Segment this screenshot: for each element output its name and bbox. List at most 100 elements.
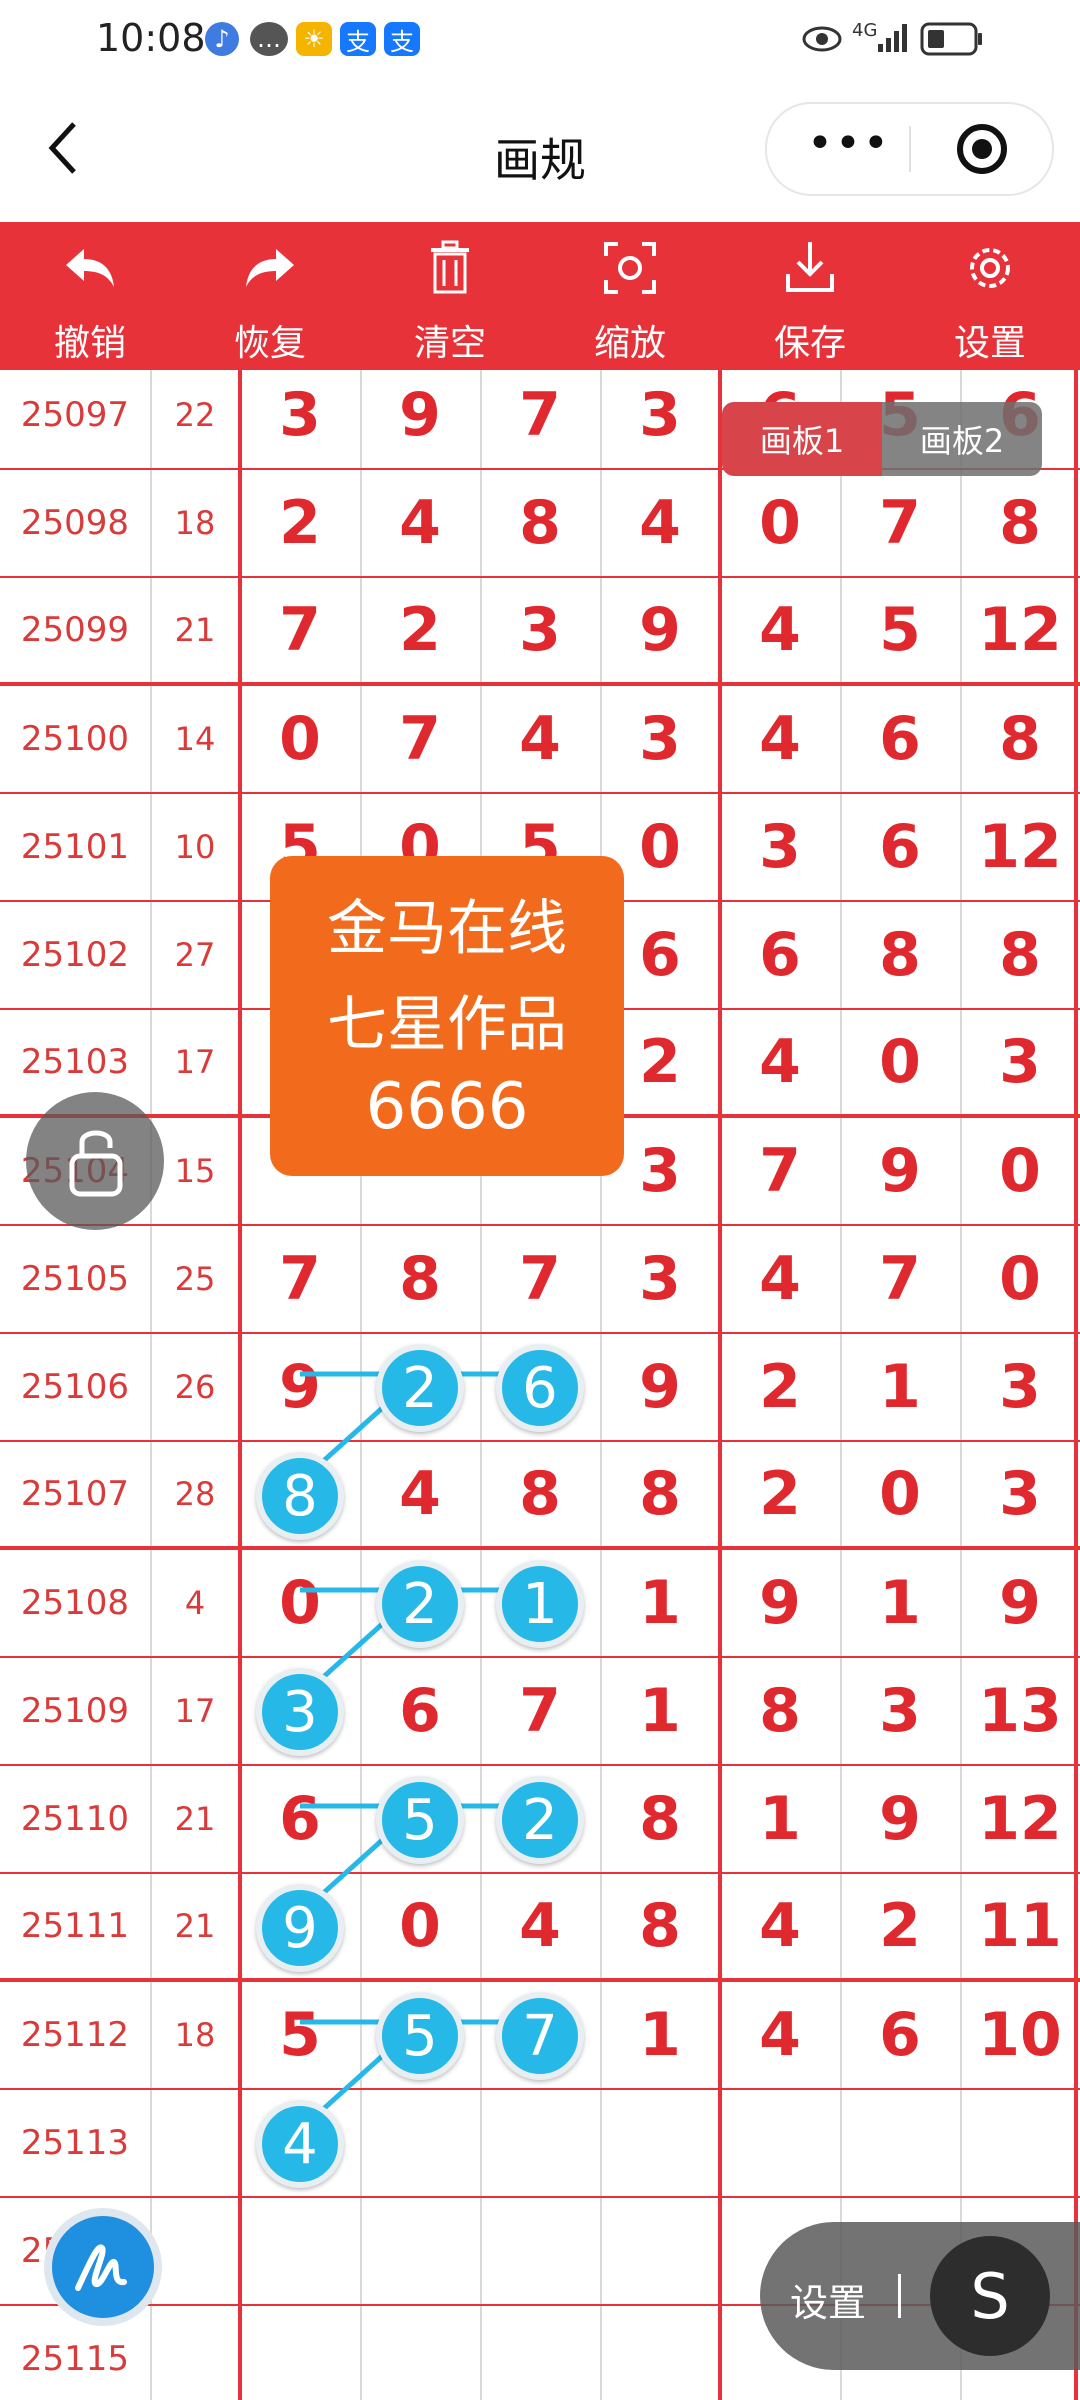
digit-cell[interactable]: 6: [840, 794, 960, 900]
digit-cell[interactable]: 4: [360, 470, 480, 576]
digit-cell[interactable]: 5: [240, 1982, 360, 2088]
digit-cell[interactable]: 6: [720, 902, 840, 1008]
digit-cell[interactable]: 4: [720, 1226, 840, 1332]
digit-cell[interactable]: [360, 2306, 480, 2400]
digit-cell[interactable]: 4: [600, 470, 720, 576]
digit-cell[interactable]: 9: [960, 1550, 1080, 1656]
digit-cell[interactable]: 0: [840, 1442, 960, 1546]
digit-cell[interactable]: 9: [840, 1118, 960, 1224]
digit-cell[interactable]: 3: [600, 1226, 720, 1332]
digit-cell[interactable]: [600, 2090, 720, 2196]
digit-cell[interactable]: 12: [960, 794, 1080, 900]
digit-cell[interactable]: 7: [480, 370, 600, 468]
digit-cell[interactable]: 8: [720, 1658, 840, 1764]
marked-number[interactable]: 8: [256, 1452, 344, 1540]
digit-cell[interactable]: 12: [960, 1766, 1080, 1872]
marked-number[interactable]: 2: [496, 1776, 584, 1864]
marked-number[interactable]: 6: [496, 1344, 584, 1432]
digit-cell[interactable]: 7: [360, 686, 480, 792]
digit-cell[interactable]: 3: [960, 1010, 1080, 1114]
digit-cell[interactable]: [480, 2306, 600, 2400]
digit-cell[interactable]: 1: [600, 1982, 720, 2088]
digit-cell[interactable]: [240, 2306, 360, 2400]
digit-cell[interactable]: [840, 2090, 960, 2196]
digit-cell[interactable]: 4: [360, 1442, 480, 1546]
digit-cell[interactable]: 9: [600, 1334, 720, 1440]
digit-cell[interactable]: 0: [240, 686, 360, 792]
digit-cell[interactable]: 3: [720, 794, 840, 900]
digit-cell[interactable]: 7: [480, 1658, 600, 1764]
tab-board-2[interactable]: 画板2: [882, 402, 1042, 476]
marked-number[interactable]: 4: [256, 2100, 344, 2188]
digit-cell[interactable]: 0: [720, 470, 840, 576]
digit-cell[interactable]: 7: [240, 578, 360, 682]
digit-cell[interactable]: 8: [960, 902, 1080, 1008]
digit-cell[interactable]: 4: [720, 578, 840, 682]
digit-cell[interactable]: 4: [480, 1874, 600, 1978]
digit-cell[interactable]: 13: [960, 1658, 1080, 1764]
digit-cell[interactable]: 2: [720, 1334, 840, 1440]
digit-cell[interactable]: 0: [960, 1226, 1080, 1332]
digit-cell[interactable]: 10: [960, 1982, 1080, 2088]
marked-number[interactable]: 2: [376, 1560, 464, 1648]
digit-cell[interactable]: 0: [960, 1118, 1080, 1224]
digit-cell[interactable]: 6: [360, 1658, 480, 1764]
digit-cell[interactable]: 8: [960, 470, 1080, 576]
pen-tool-button[interactable]: [44, 2208, 162, 2326]
digit-cell[interactable]: 0: [360, 1874, 480, 1978]
digit-cell[interactable]: 2: [360, 578, 480, 682]
digit-cell[interactable]: [720, 2090, 840, 2196]
digit-cell[interactable]: [480, 2090, 600, 2196]
digit-cell[interactable]: 1: [600, 1658, 720, 1764]
digit-cell[interactable]: 12: [960, 578, 1080, 682]
digit-cell[interactable]: 9: [240, 1334, 360, 1440]
digit-cell[interactable]: 9: [360, 370, 480, 468]
digit-cell[interactable]: 7: [720, 1118, 840, 1224]
digit-cell[interactable]: 1: [600, 1550, 720, 1656]
digit-cell[interactable]: 4: [480, 686, 600, 792]
undo-button[interactable]: 撤销: [0, 222, 180, 370]
digit-cell[interactable]: 7: [240, 1226, 360, 1332]
digit-cell[interactable]: [480, 2198, 600, 2304]
zoom-button[interactable]: 缩放: [540, 222, 720, 370]
digit-cell[interactable]: 9: [720, 1550, 840, 1656]
digit-cell[interactable]: 0: [840, 1010, 960, 1114]
digit-cell[interactable]: 4: [720, 1874, 840, 1978]
digit-cell[interactable]: [240, 2198, 360, 2304]
digit-cell[interactable]: 3: [480, 578, 600, 682]
digit-cell[interactable]: 3: [960, 1442, 1080, 1546]
marked-number[interactable]: 5: [376, 1776, 464, 1864]
digit-cell[interactable]: 8: [840, 902, 960, 1008]
digit-cell[interactable]: 9: [600, 578, 720, 682]
digit-cell[interactable]: 4: [720, 686, 840, 792]
tab-board-1[interactable]: 画板1: [722, 402, 882, 476]
digit-cell[interactable]: 7: [480, 1226, 600, 1332]
digit-cell[interactable]: 7: [840, 470, 960, 576]
digit-cell[interactable]: [360, 2198, 480, 2304]
settings-fab[interactable]: 设置 S: [760, 2222, 1080, 2370]
digit-cell[interactable]: 8: [360, 1226, 480, 1332]
digit-cell[interactable]: 2: [240, 470, 360, 576]
digit-cell[interactable]: 3: [840, 1658, 960, 1764]
digit-cell[interactable]: [960, 2090, 1080, 2196]
digit-cell[interactable]: 5: [840, 578, 960, 682]
s-tool-button[interactable]: S: [930, 2236, 1050, 2356]
digit-cell[interactable]: 8: [960, 686, 1080, 792]
save-button[interactable]: 保存: [720, 222, 900, 370]
marked-number[interactable]: 5: [376, 1992, 464, 2080]
digit-cell[interactable]: [600, 2198, 720, 2304]
digit-cell[interactable]: 4: [720, 1982, 840, 2088]
digit-cell[interactable]: 2: [840, 1874, 960, 1978]
marked-number[interactable]: 9: [256, 1884, 344, 1972]
redo-button[interactable]: 恢复: [180, 222, 360, 370]
digit-cell[interactable]: 3: [960, 1334, 1080, 1440]
digit-cell[interactable]: 8: [600, 1874, 720, 1978]
digit-cell[interactable]: 6: [240, 1766, 360, 1872]
marked-number[interactable]: 1: [496, 1560, 584, 1648]
digit-cell[interactable]: 1: [840, 1334, 960, 1440]
digit-cell[interactable]: 1: [840, 1550, 960, 1656]
digit-cell[interactable]: 8: [600, 1442, 720, 1546]
digit-cell[interactable]: 8: [480, 470, 600, 576]
digit-cell[interactable]: 11: [960, 1874, 1080, 1978]
digit-cell[interactable]: 4: [720, 1010, 840, 1114]
